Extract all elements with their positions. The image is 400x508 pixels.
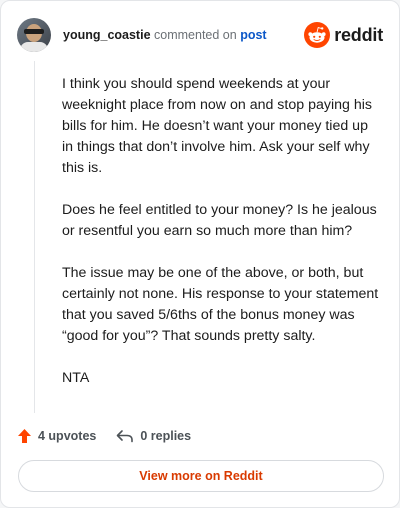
username-link[interactable]: young_coastie [63, 28, 151, 42]
reddit-logo[interactable]: reddit [304, 22, 383, 48]
comment-meta: young_coastie commented on post [63, 27, 267, 43]
reply-count: 0 replies [140, 429, 192, 443]
comment-paragraph: I think you should spend weekends at you… [62, 76, 372, 176]
reddit-comment-embed: young_coastie commented on post reddit I… [0, 0, 400, 508]
reddit-wordmark: reddit [334, 24, 383, 45]
reddit-snoo-icon [304, 22, 331, 48]
upvote-button[interactable]: 4 upvotes [17, 428, 96, 444]
post-link[interactable]: post [240, 28, 266, 42]
comment-paragraph: NTA [62, 370, 90, 386]
reply-arrow-icon [117, 430, 134, 443]
comment-actions: 4 upvotes 0 replies [17, 426, 191, 446]
action-text: commented on [154, 28, 237, 42]
upvote-count: 4 upvotes [38, 429, 97, 443]
upvote-arrow-icon [18, 429, 31, 443]
comment-header: young_coastie commented on post reddit [17, 17, 383, 53]
replies-button[interactable]: 0 replies [116, 429, 191, 443]
comment-body: I think you should spend weekends at you… [62, 74, 382, 410]
comment-paragraph: The issue may be one of the above, or bo… [62, 265, 379, 344]
view-more-button[interactable]: View more on Reddit [18, 460, 384, 492]
avatar[interactable] [17, 18, 51, 52]
thread-line [34, 61, 35, 413]
comment-paragraph: Does he feel entitled to your money? Is … [62, 202, 377, 239]
